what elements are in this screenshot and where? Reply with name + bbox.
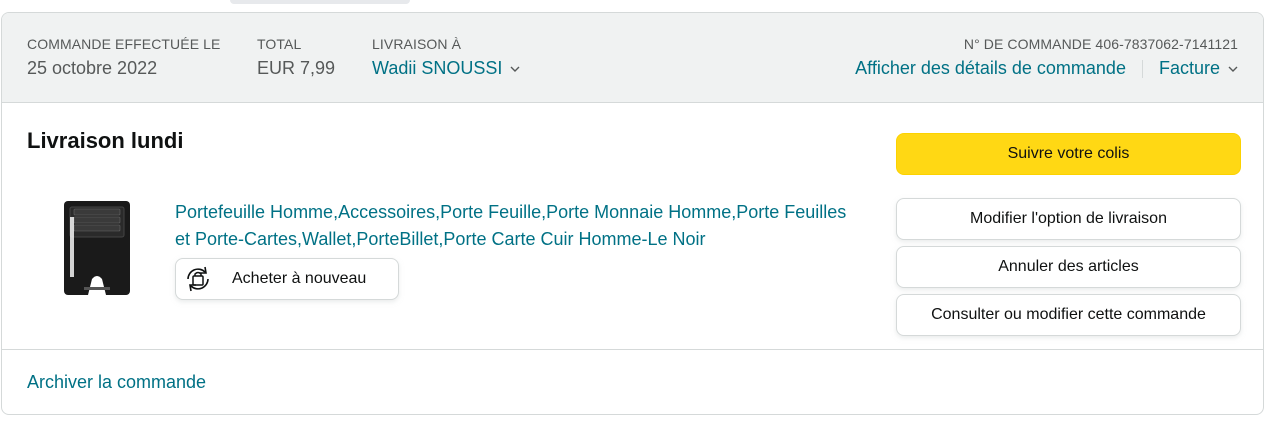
order-placed-label: COMMANDE EFFECTUÉE LE [27, 36, 221, 52]
change-delivery-button[interactable]: Modifier l'option de livraison [896, 198, 1241, 240]
total-col: TOTAL EUR 7,99 [257, 36, 335, 79]
cancel-items-button[interactable]: Annuler des articles [896, 246, 1241, 288]
track-package-button[interactable]: Suivre votre colis [896, 133, 1241, 175]
order-actions: Suivre votre colis Modifier l'option de … [896, 133, 1241, 342]
archive-order-link[interactable]: Archiver la commande [27, 372, 206, 393]
invoice-dropdown[interactable]: Facture [1159, 58, 1238, 78]
ship-to-col: LIVRAISON À Wadii SNOUSSI [372, 36, 520, 79]
total-value: EUR 7,99 [257, 58, 336, 78]
shipment-title: Livraison lundi [27, 128, 184, 153]
product-thumbnail[interactable] [54, 195, 140, 300]
ship-to-name[interactable]: Wadii SNOUSSI [372, 58, 502, 78]
top-strip [230, 0, 410, 4]
invoice-link[interactable]: Facture [1159, 58, 1220, 78]
order-links: Afficher des détails de commande Facture [855, 58, 1238, 79]
order-card: COMMANDE EFFECTUÉE LE 25 octobre 2022 TO… [1, 12, 1264, 415]
order-placed-value: 25 octobre 2022 [27, 58, 158, 78]
order-number: N° DE COMMANDE 406-7837062-7141121 [963, 36, 1238, 52]
buy-again-cycle-icon [178, 262, 218, 296]
chevron-down-icon [1228, 63, 1238, 75]
chevron-down-icon [510, 63, 520, 75]
ship-to-label: LIVRAISON À [372, 36, 462, 52]
card-footer: Archiver la commande [2, 349, 1263, 414]
order-placed-col: COMMANDE EFFECTUÉE LE 25 octobre 2022 [27, 36, 220, 79]
total-label: TOTAL [257, 36, 302, 52]
ship-to-dropdown[interactable]: Wadii SNOUSSI [372, 58, 520, 79]
buy-again-label: Acheter à nouveau [232, 270, 367, 287]
divider [1141, 60, 1143, 79]
order-details-link[interactable]: Afficher des détails de commande [855, 58, 1126, 78]
view-edit-order-button[interactable]: Consulter ou modifier cette commande [896, 294, 1241, 336]
product-title-link[interactable]: Portefeuille Homme,Accessoires,Porte Feu… [175, 199, 855, 253]
buy-again-button[interactable]: Acheter à nouveau [175, 258, 399, 300]
order-header: COMMANDE EFFECTUÉE LE 25 octobre 2022 TO… [2, 13, 1263, 103]
order-info-col: N° DE COMMANDE 406-7837062-7141121 Affic… [855, 36, 1238, 79]
